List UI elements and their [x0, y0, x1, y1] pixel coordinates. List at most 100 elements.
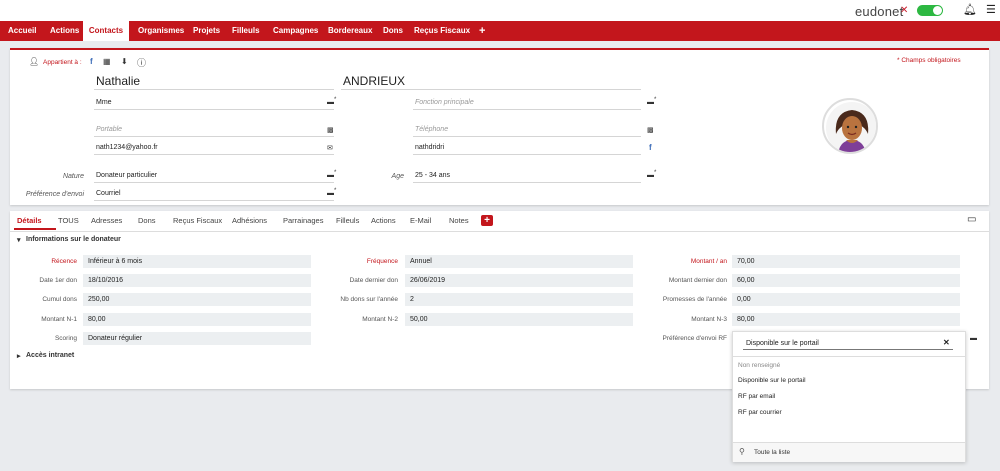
tab-details[interactable]: Détails [17, 216, 42, 225]
cumul-dons-value: 250,00 [83, 293, 311, 306]
folder-icon[interactable]: ▬ [327, 190, 334, 197]
nav-item-projets[interactable]: Projets [193, 21, 220, 41]
clear-icon[interactable]: ✕ [943, 338, 950, 347]
nav-item-bordereaux[interactable]: Bordereaux [328, 21, 372, 41]
dropdown-search-input[interactable]: Disponible sur le portail [743, 338, 953, 350]
dropdown-option[interactable]: Disponible sur le portail [738, 377, 806, 384]
contact-card: 👤︎ Appartient à : f ▦ ⬇ ⓘ * Champs oblig… [10, 48, 989, 205]
section-donor-title[interactable]: Informations sur le donateur [26, 236, 121, 243]
montant-n2-value: 50,00 [405, 313, 633, 326]
dropdown-option[interactable]: Non renseigné [738, 362, 780, 369]
nature-required-star: * [334, 170, 337, 176]
active-tab-indicator [14, 228, 56, 230]
dropdown-footer[interactable]: ⚲ Toute la liste [733, 442, 965, 462]
required-fields-note: * Champs obligatoires [897, 57, 961, 64]
folder-icon[interactable]: ▬ [647, 172, 654, 179]
tab-dons[interactable]: Dons [138, 216, 156, 225]
age-field[interactable]: 25 - 34 ans [413, 169, 641, 183]
tab-adhesions[interactable]: Adhésions [232, 216, 267, 225]
nature-field[interactable]: Donateur particulier [94, 169, 334, 183]
search-icon: ⚲ [739, 447, 745, 456]
pref-envoi-label: Préférence d'envoi [25, 191, 84, 198]
fonction-required-star: * [654, 97, 657, 103]
tab-filleuls[interactable]: Filleuls [336, 216, 359, 225]
recence-label: Récence [51, 258, 77, 265]
firstname-field[interactable]: Nathalie [94, 72, 334, 90]
tab-recus-fiscaux[interactable]: Reçus Fiscaux [173, 216, 222, 225]
owner-label: Appartient à : [43, 59, 82, 66]
tab-parrainages[interactable]: Parrainages [283, 216, 323, 225]
facebook-field[interactable]: nathdridri [413, 141, 641, 155]
facebook-icon[interactable]: f [90, 57, 93, 66]
fonction-field[interactable]: Fonction principale [413, 96, 641, 110]
telephone-field[interactable]: Téléphone [413, 123, 641, 137]
tabs-divider [10, 231, 989, 232]
layout-icon[interactable]: ▭ [967, 214, 976, 225]
montant-n1-value: 80,00 [83, 313, 311, 326]
nav-item-organismes[interactable]: Organismes [138, 21, 184, 41]
montant-n3-value: 80,00 [732, 313, 960, 326]
top-bar: eudonet ✕ 🔔︎ ☰ [0, 0, 1000, 22]
tab-adresses[interactable]: Adresses [91, 216, 122, 225]
civility-field[interactable]: Mme [94, 96, 334, 110]
nav-item-accueil[interactable]: Accueil [8, 21, 36, 41]
nav-item-recus-fiscaux[interactable]: Reçus Fiscaux [414, 21, 470, 41]
promesses-label: Promesses de l'année [662, 296, 727, 303]
envelope-icon[interactable]: ✉ [327, 144, 333, 152]
full-list-link[interactable]: Toute la liste [754, 449, 790, 456]
promesses-value: 0,00 [732, 293, 960, 306]
phone-icon[interactable]: ▩ [647, 126, 654, 134]
facebook-icon[interactable]: f [649, 143, 652, 152]
folder-icon[interactable]: ▬ [327, 172, 334, 179]
montant-an-value: 70,00 [732, 255, 960, 268]
folder-icon[interactable]: ▬ [970, 335, 977, 342]
section-toggle-icon[interactable]: ▾ [17, 236, 21, 244]
folder-icon[interactable]: ▬ [647, 99, 654, 106]
nav-item-actions[interactable]: Actions [50, 21, 79, 41]
nav-item-dons[interactable]: Dons [383, 21, 403, 41]
dropdown-option[interactable]: RF par email [738, 393, 775, 400]
tab-notes[interactable]: Notes [449, 216, 469, 225]
folder-icon[interactable]: ▬ [327, 99, 334, 106]
montant-n3-label: Montant N-3 [691, 316, 727, 323]
section-toggle-icon[interactable]: ▸ [17, 352, 21, 360]
pref-envoi-field[interactable]: Courriel [94, 187, 334, 201]
date-1er-don-value: 18/10/2016 [83, 274, 311, 287]
bell-icon[interactable]: 🔔︎ [963, 3, 977, 16]
dropdown-divider [733, 356, 965, 357]
montant-dernier-don-value: 60,00 [732, 274, 960, 287]
lastname-field[interactable]: ANDRIEUX [341, 72, 641, 90]
tab-tous[interactable]: TOUS [58, 216, 79, 225]
brand-mark-icon: ✕ [900, 5, 909, 16]
scoring-value: Donateur régulier [83, 332, 311, 345]
sms-icon[interactable]: ▩ [327, 126, 334, 134]
section-intranet-title[interactable]: Accès intranet [26, 352, 74, 359]
vcard-icon[interactable]: ▦ [103, 57, 111, 66]
nav-add-button[interactable]: + [479, 21, 485, 41]
date-dernier-don-label: Date dernier don [349, 277, 398, 284]
user-icon: 👤︎ [29, 57, 40, 66]
dropdown-option[interactable]: RF par courrier [738, 409, 782, 416]
tab-actions[interactable]: Actions [371, 216, 396, 225]
menu-icon[interactable]: ☰ [986, 3, 996, 16]
pref-rf-dropdown: Disponible sur le portail ✕ Non renseign… [732, 331, 966, 462]
nav-item-filleuls[interactable]: Filleuls [232, 21, 260, 41]
email-field[interactable]: nath1234@yahoo.fr [94, 141, 334, 155]
nav-item-contacts[interactable]: Contacts [83, 21, 129, 41]
info-icon[interactable]: ⓘ [137, 56, 146, 69]
scoring-label: Scoring [54, 335, 77, 342]
nav-item-campagnes[interactable]: Campagnes [273, 21, 318, 41]
nb-dons-label: Nb dons sur l'année [340, 296, 398, 303]
add-tab-button[interactable]: + [481, 215, 493, 226]
tab-email[interactable]: E-Mail [410, 216, 431, 225]
montant-an-label: Montant / an [690, 258, 727, 265]
recence-value: Inférieur à 6 mois [83, 255, 311, 268]
portable-field[interactable]: Portable [94, 123, 334, 137]
montant-n1-label: Montant N-1 [41, 316, 77, 323]
civility-required-star: * [334, 97, 337, 103]
cumul-dons-label: Cumul dons [42, 296, 77, 303]
download-icon[interactable]: ⬇ [121, 57, 128, 66]
avatar[interactable] [822, 98, 878, 154]
mode-toggle[interactable] [917, 5, 943, 16]
frequence-value: Annuel [405, 255, 633, 268]
